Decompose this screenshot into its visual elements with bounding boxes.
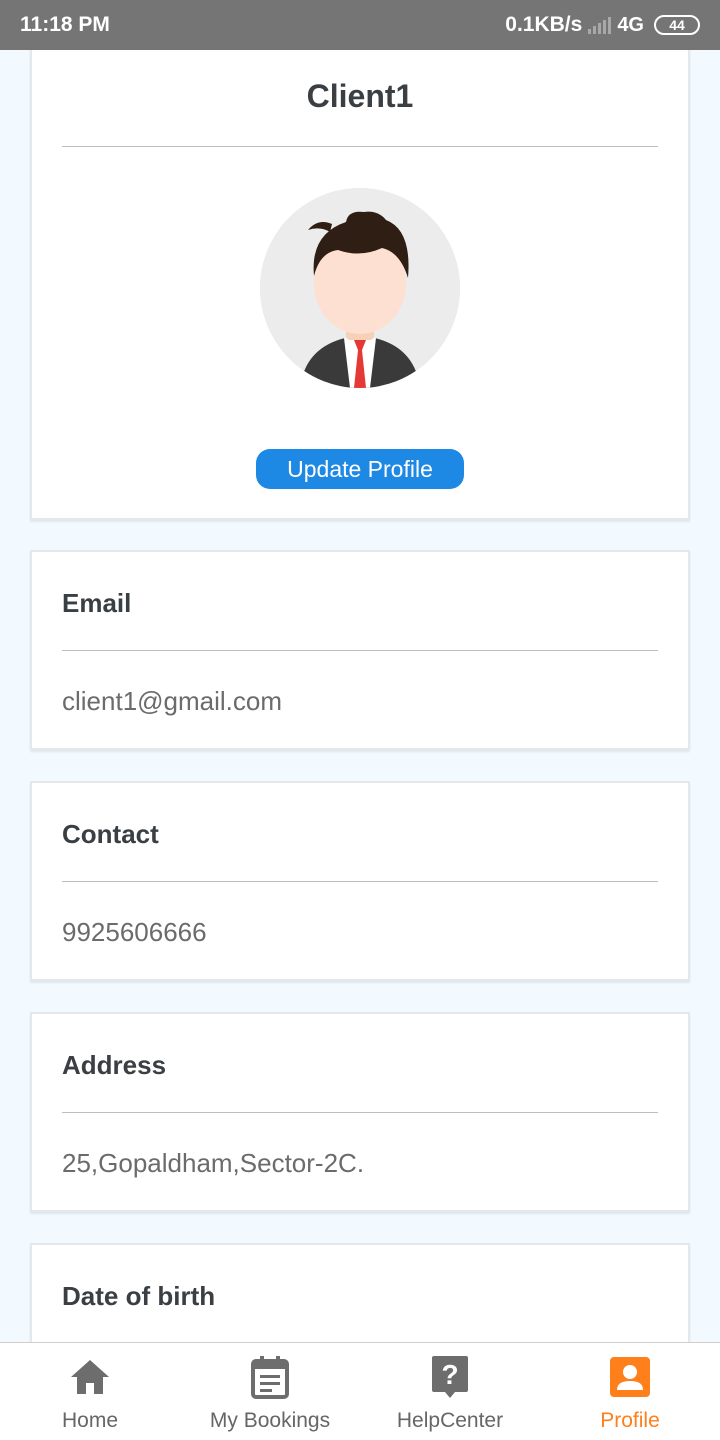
address-value: 25,Gopaldham,Sector-2C. (62, 1148, 365, 1178)
email-label: Email (62, 588, 132, 618)
divider (62, 146, 658, 147)
divider (62, 650, 658, 651)
profile-content[interactable]: Client1 Update Profile Email client1@gma… (0, 50, 720, 1342)
nav-profile-label: Profile (600, 1409, 660, 1432)
divider (62, 1112, 658, 1113)
nav-my-bookings[interactable]: My Bookings (180, 1343, 360, 1440)
home-icon (68, 1355, 112, 1399)
battery-level: 44 (669, 17, 685, 33)
contact-value: 9925606666 (62, 917, 207, 947)
profile-icon (608, 1355, 652, 1399)
avatar (260, 188, 460, 388)
dob-card: Date of birth (30, 1243, 690, 1342)
avatar-icon (260, 188, 460, 388)
address-label: Address (62, 1050, 167, 1080)
help-icon: ? (428, 1355, 472, 1399)
divider (62, 881, 658, 882)
nav-home-label: Home (61, 1409, 119, 1432)
signal-icon (588, 16, 612, 34)
nav-profile[interactable]: Profile (540, 1343, 720, 1440)
update-profile-button[interactable]: Update Profile (256, 449, 464, 489)
battery-icon: 44 (654, 15, 700, 35)
address-card: Address 25,Gopaldham,Sector-2C. (30, 1012, 690, 1212)
status-time: 11:18 PM (20, 13, 110, 36)
contact-card: Contact 9925606666 (30, 781, 690, 981)
nav-helpcenter[interactable]: ? HelpCenter (360, 1343, 540, 1440)
bottom-nav: Home My Bookings ? HelpCenter Profile (0, 1342, 720, 1440)
status-bar: 11:18 PM 0.1KB/s 4G 44 (0, 0, 720, 50)
status-indicators: 0.1KB/s 4G 44 (505, 13, 700, 37)
network-speed: 0.1KB/s (505, 13, 583, 36)
profile-name: Client1 (306, 78, 414, 114)
svg-text:?: ? (441, 1359, 458, 1390)
contact-label: Contact (62, 819, 159, 849)
email-value: client1@gmail.com (62, 686, 283, 716)
profile-card: Client1 Update Profile (30, 50, 690, 520)
dob-label: Date of birth (62, 1281, 216, 1311)
email-card: Email client1@gmail.com (30, 550, 690, 750)
nav-my-bookings-label: My Bookings (209, 1409, 331, 1432)
calendar-icon (248, 1355, 292, 1399)
nav-helpcenter-label: HelpCenter (396, 1409, 504, 1432)
network-type: 4G (617, 13, 644, 36)
nav-home[interactable]: Home (0, 1343, 180, 1440)
